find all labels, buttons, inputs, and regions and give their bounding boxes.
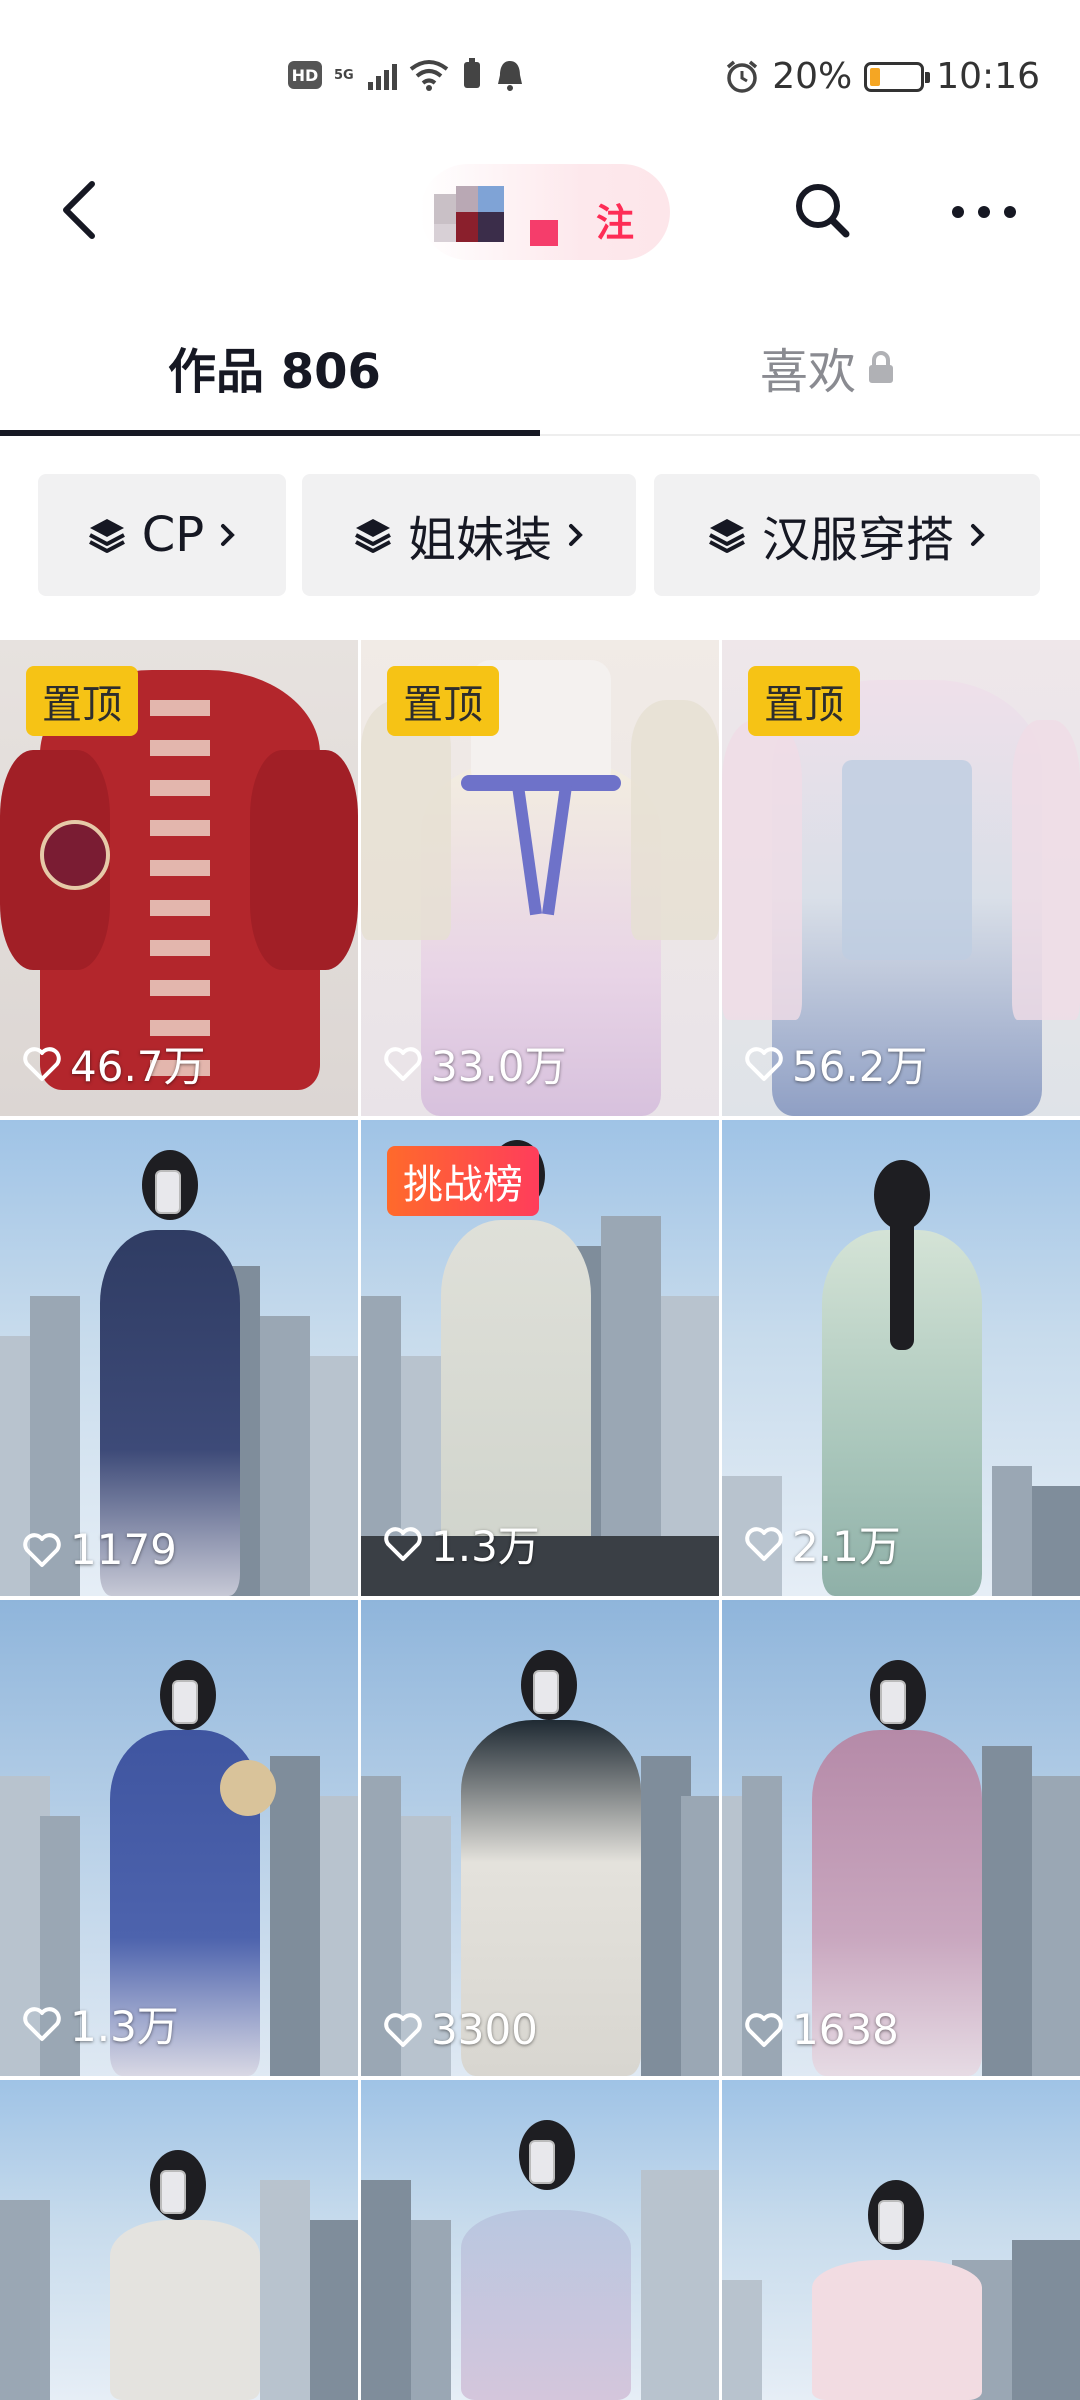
video-thumbnail[interactable]: 置顶 46.7万 — [0, 640, 358, 1116]
like-count-value: 3300 — [431, 2005, 538, 2054]
profile-header-chip[interactable]: 注 — [420, 164, 670, 260]
video-thumbnail[interactable] — [0, 2080, 358, 2400]
heart-outline-icon — [384, 1526, 422, 1561]
like-count-value: 33.0万 — [431, 1042, 567, 1091]
layers-icon — [355, 519, 391, 553]
skyline-hanfu-photo — [361, 2080, 719, 2400]
heart-outline-icon — [384, 2012, 422, 2047]
like-count: 1179 — [22, 1525, 177, 1574]
collection-label: 汉服穿搭 — [761, 512, 954, 568]
video-thumbnail[interactable] — [361, 2080, 719, 2400]
grid-divider — [358, 640, 361, 2400]
signal-icon — [367, 60, 397, 90]
collection-hanfu-outfits[interactable]: 汉服穿搭 — [654, 474, 1040, 596]
collection-cp[interactable]: CP — [38, 474, 286, 596]
video-grid: 置顶 46.7万 置顶 33.0万 置顶 56.2万 1179 挑战榜 1.3万… — [0, 640, 1080, 2400]
username-blurred — [530, 220, 558, 246]
follow-button[interactable]: 注 — [596, 192, 634, 247]
collection-label: CP — [141, 507, 205, 563]
wifi-icon — [409, 60, 448, 91]
tab-likes[interactable]: 喜欢 — [760, 332, 896, 402]
collection-sisters[interactable]: 姐妹装 — [302, 474, 636, 596]
like-count-value: 46.7万 — [70, 1042, 206, 1091]
battery-percent: 20% — [772, 56, 853, 97]
active-tab-indicator — [0, 430, 540, 436]
heart-outline-icon — [23, 2006, 61, 2041]
like-count-value: 1179 — [70, 1525, 177, 1574]
video-thumbnail[interactable]: 置顶 56.2万 — [722, 640, 1080, 1116]
pinned-badge: 置顶 — [26, 666, 138, 736]
heart-outline-icon — [23, 1532, 61, 1567]
profile-tabs: 作品 806 喜欢 — [0, 300, 1080, 436]
video-thumbnail[interactable] — [722, 2080, 1080, 2400]
layers-icon — [88, 519, 125, 553]
video-thumbnail[interactable]: 挑战榜 1.3万 — [361, 1120, 719, 1596]
heart-outline-icon — [745, 2012, 783, 2047]
download-icon — [463, 58, 480, 88]
skyline-hanfu-photo — [0, 2080, 358, 2400]
notification-bell-icon — [497, 61, 522, 91]
like-count: 46.7万 — [22, 1033, 206, 1094]
like-count-value: 1.3万 — [431, 1522, 540, 1571]
tab-works[interactable]: 作品 806 — [168, 332, 381, 402]
heart-outline-icon — [384, 1046, 422, 1081]
hd-badge: HD — [288, 61, 322, 89]
like-count: 2.1万 — [744, 1513, 901, 1574]
chevron-right-icon — [569, 524, 583, 546]
like-count: 56.2万 — [744, 1033, 928, 1094]
battery-icon — [864, 61, 931, 92]
tab-likes-label: 喜欢 — [760, 344, 857, 400]
grid-divider — [719, 640, 722, 2400]
chevron-right-icon — [971, 524, 985, 546]
back-icon[interactable] — [44, 170, 124, 250]
like-count: 33.0万 — [383, 1033, 567, 1094]
tab-works-label: 作品 806 — [168, 344, 381, 400]
like-count-value: 2.1万 — [792, 1522, 901, 1571]
like-count-value: 1.3万 — [70, 2002, 179, 2051]
video-thumbnail[interactable]: 1638 — [722, 1600, 1080, 2076]
heart-outline-icon — [23, 1046, 61, 1081]
top-nav: 注 — [0, 150, 1080, 280]
collection-label: 姐妹装 — [407, 512, 552, 568]
video-thumbnail[interactable]: 2.1万 — [722, 1120, 1080, 1596]
like-count: 1638 — [744, 2005, 899, 2054]
video-thumbnail[interactable]: 1.3万 — [0, 1600, 358, 2076]
more-options-icon[interactable] — [944, 172, 1024, 252]
like-count-value: 1638 — [792, 2005, 899, 2054]
video-thumbnail[interactable]: 置顶 33.0万 — [361, 640, 719, 1116]
pinned-badge: 置顶 — [387, 666, 499, 736]
video-thumbnail[interactable]: 1179 — [0, 1120, 358, 1596]
lock-icon — [869, 351, 894, 383]
alarm-icon — [727, 60, 758, 93]
chevron-right-icon — [221, 524, 236, 546]
avatar[interactable] — [434, 186, 514, 242]
status-left-icons: HD 5G — [288, 58, 525, 92]
collections-row: CP 姐妹装 汉服穿搭 — [0, 474, 1080, 598]
heart-outline-icon — [745, 1046, 783, 1081]
pinned-badge: 置顶 — [748, 666, 860, 736]
status-bar: HD 5G 20% 10:16 — [0, 0, 1080, 150]
video-thumbnail[interactable]: 3300 — [361, 1600, 719, 2076]
challenge-badge: 挑战榜 — [387, 1146, 539, 1216]
network-type: 5G — [334, 67, 354, 83]
status-right-icons: 20% 10:16 — [724, 56, 1040, 97]
like-count-value: 56.2万 — [792, 1042, 928, 1091]
like-count: 1.3万 — [383, 1513, 540, 1574]
clock-time: 10:16 — [936, 56, 1040, 97]
search-icon[interactable] — [784, 172, 864, 252]
layers-icon — [709, 519, 745, 553]
heart-outline-icon — [745, 1526, 783, 1561]
like-count: 1.3万 — [22, 1993, 179, 2054]
skyline-hanfu-photo — [722, 2080, 1080, 2400]
like-count: 3300 — [383, 2005, 538, 2054]
